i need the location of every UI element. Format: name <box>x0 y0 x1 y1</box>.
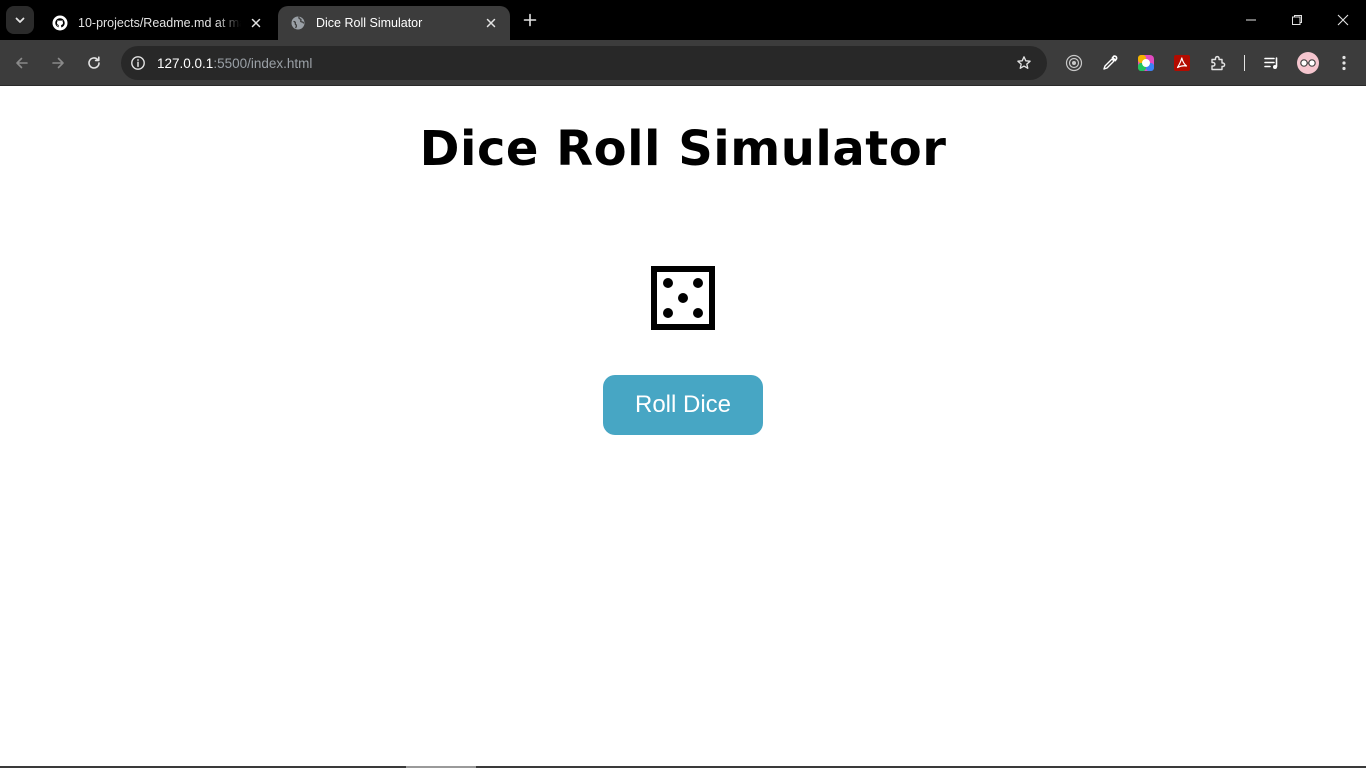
dice-pip <box>693 278 703 288</box>
roll-dice-button[interactable]: Roll Dice <box>603 375 763 435</box>
tab-search-button[interactable] <box>6 6 34 34</box>
close-tab-icon[interactable] <box>482 14 500 32</box>
plus-icon <box>523 13 537 27</box>
close-window-button[interactable] <box>1320 0 1366 40</box>
tab-github-readme[interactable]: 10-projects/Readme.md at main <box>40 6 274 40</box>
forward-arrow-icon <box>52 57 64 69</box>
minimize-icon <box>1246 19 1256 21</box>
radar-icon[interactable] <box>1061 50 1087 76</box>
bookmark-star-icon[interactable] <box>1010 49 1038 77</box>
dice-pip <box>678 293 688 303</box>
address-url[interactable]: 127.0.0.1:5500/index.html <box>157 56 1010 71</box>
color-wheel-icon[interactable] <box>1133 50 1159 76</box>
page-content: Dice Roll Simulator Roll Dice <box>0 87 1366 768</box>
github-icon <box>52 15 68 31</box>
pdf-icon[interactable] <box>1169 50 1195 76</box>
profile-avatar[interactable] <box>1297 52 1319 74</box>
url-path: :5500/index.html <box>213 55 313 71</box>
page-title: Dice Roll Simulator <box>419 121 947 177</box>
site-info-icon[interactable] <box>124 49 152 77</box>
dice-pip <box>693 308 703 318</box>
dice-five-icon <box>651 266 715 330</box>
minimize-button[interactable] <box>1228 0 1274 40</box>
reload-icon <box>88 56 100 69</box>
close-icon <box>1337 14 1349 26</box>
tab-title: Dice Roll Simulator <box>316 16 423 30</box>
menu-dots-icon[interactable] <box>1331 50 1357 76</box>
tab-strip: 10-projects/Readme.md at main Dice Roll … <box>0 0 1366 40</box>
toolbar-divider <box>1244 55 1245 71</box>
puzzle-icon[interactable] <box>1205 50 1231 76</box>
eyedropper-icon[interactable] <box>1097 50 1123 76</box>
tab-dice-roll-simulator[interactable]: Dice Roll Simulator <box>278 6 510 40</box>
tab-title: 10-projects/Readme.md at main <box>78 16 242 30</box>
new-tab-button[interactable] <box>518 8 542 32</box>
restore-button[interactable] <box>1274 0 1320 40</box>
reload-button[interactable] <box>78 47 110 79</box>
url-host: 127.0.0.1 <box>157 55 214 71</box>
glasses-icon <box>1300 59 1316 67</box>
browser-toolbar: 127.0.0.1:5500/index.html <box>0 40 1366 86</box>
dice-pip <box>663 308 673 318</box>
media-queue-icon[interactable] <box>1259 50 1285 76</box>
globe-icon <box>290 15 306 31</box>
address-bar[interactable]: 127.0.0.1:5500/index.html <box>121 46 1047 80</box>
forward-button[interactable] <box>42 47 74 79</box>
back-button[interactable] <box>6 47 38 79</box>
close-tab-icon[interactable] <box>247 14 264 32</box>
back-arrow-icon <box>16 57 28 69</box>
dice-pip <box>663 278 673 288</box>
restore-icon <box>1292 15 1302 25</box>
chevron-down-icon <box>15 17 25 23</box>
